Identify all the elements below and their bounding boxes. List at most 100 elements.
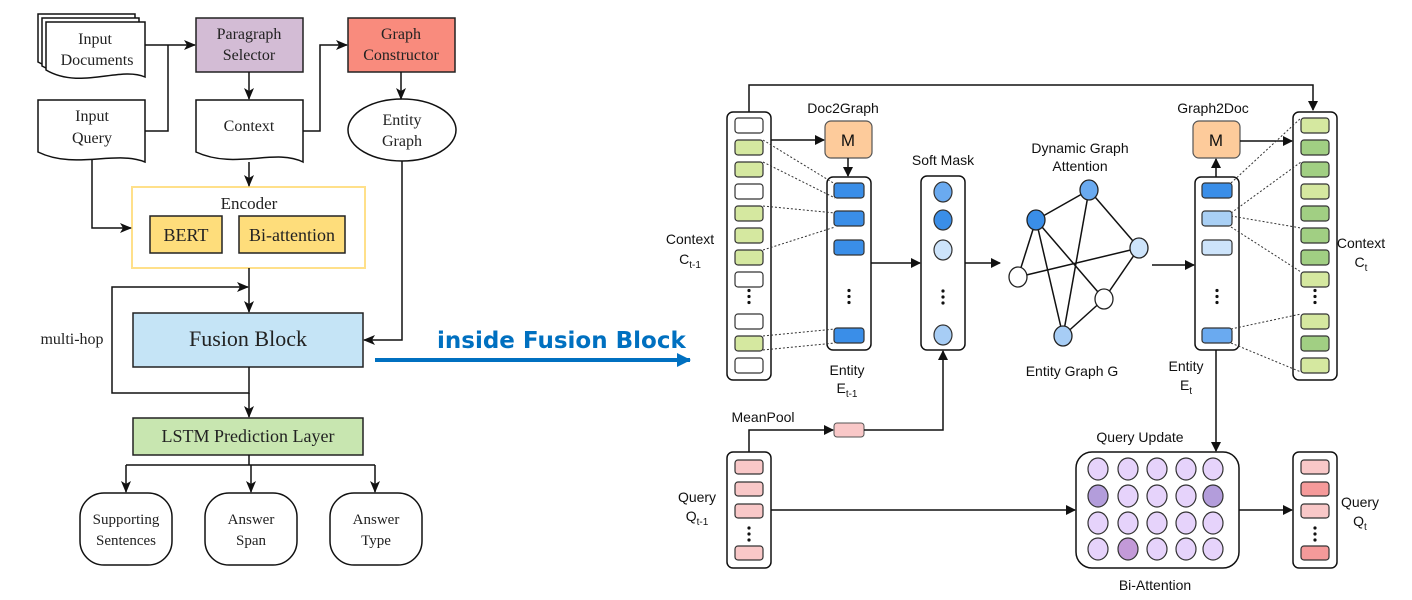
entity-prev-cell-ellipsis [847,300,851,305]
query-prev-cell [734,459,764,475]
context-next-cell-ellipsis [1313,294,1317,299]
query-prev-cell [734,503,764,519]
attention-cell [1146,511,1168,535]
soft-mask-node [933,181,953,203]
output-line: Answer [353,512,400,528]
attention-cell [1146,537,1168,561]
label-text: Context [1337,235,1385,251]
attention-cell [1146,484,1168,508]
encoder: Encoder BERT Bi-attention [131,186,366,269]
fusion-block-label: Fusion Block [189,326,307,351]
context-next-cell [1300,227,1330,244]
input-documents-line1: Input [78,31,112,48]
doc2graph-label: Doc2Graph [807,100,879,116]
query-next-cell-ellipsis [1313,526,1317,530]
query-prev-cell-ellipsis [747,532,751,536]
bi-attention-label: Bi-attention [249,225,335,245]
context-next-cell-ellipsis [1313,300,1317,305]
attention-cell [1117,511,1139,535]
entity-graph-g-label: Entity Graph G [1026,363,1119,379]
output-line: Answer [228,512,275,528]
context-prev-cell [734,117,764,134]
context-prev-cell-ellipsis [747,288,751,293]
context-next-cell [1300,271,1330,288]
context-prev-cell [734,313,764,330]
output-line: Sentences [96,533,156,549]
entity-next-cell [1201,182,1233,199]
label-symbol: Qt-1 [686,508,709,528]
context-document: Context [195,99,304,164]
input-query-line1: Input [75,108,109,125]
mean-pool-cell [833,422,865,438]
query-prev-cell-ellipsis [747,526,751,530]
soft-mask-node [933,239,953,261]
label-text: Query [1341,494,1379,510]
context-label: Context [224,118,275,135]
label-symbol: Ct-1 [679,251,701,271]
query-next-cell [1300,459,1330,475]
attention-cell [1087,537,1109,561]
context-prev-cell [734,161,764,178]
label-symbol: Et [1180,377,1192,397]
entity-prev-label: Entity Et-1 [829,362,864,400]
soft-mask-node [933,324,953,346]
attention-cell [1202,511,1224,535]
bert-label: BERT [164,225,209,245]
entity-prev-cell [833,327,865,344]
graph-constructor-line1: Graph [381,26,421,43]
label-text: Entity [1168,358,1203,374]
paragraph-selector-line1: Paragraph [217,26,282,43]
query-next-cell-ellipsis [1313,538,1317,542]
input-documents: Input Documents [37,13,146,79]
label-text: Entity [829,362,864,378]
input-query: Input Query [37,99,146,164]
query-prev-cell [734,481,764,497]
output-answer-span: Answer Span [204,492,298,566]
context-next-cell [1300,357,1330,374]
fusion-block: Fusion Block [132,312,364,368]
entity-graph-line2: Graph [382,133,422,150]
entity-prev-cell [833,239,865,256]
entity-next-cell [1201,210,1233,227]
attention-cell [1175,511,1197,535]
context-prev-cell [734,271,764,288]
query-next-label: Query Qt [1341,494,1379,533]
query-prev-cell-ellipsis [747,538,751,542]
soft-mask-node [933,209,953,231]
graph2doc-m-label: M [1209,131,1223,150]
entity-next-cell [1201,327,1233,344]
attention-cell [1146,457,1168,481]
context-prev-cell [734,357,764,374]
hotpot-fusion-diagram: Input Documents Input Query Paragraph Se… [37,13,1385,593]
label-symbol: Ct [1355,254,1368,274]
output-supporting-sentences: Supporting Sentences [79,492,173,566]
context-prev-cell [734,249,764,266]
entity-prev-cell-ellipsis [847,288,851,293]
output-line: Supporting [93,512,160,528]
multi-hop-label: multi-hop [40,331,103,348]
label-text: Query [678,489,716,505]
entity-prev-cell [833,182,865,199]
output-answer-type: Answer Type [329,492,423,566]
graph-node [1026,209,1046,231]
query-update-label: Query Update [1096,429,1183,445]
entity-prev-column [826,176,872,351]
attention-cell [1175,537,1197,561]
graph-constructor-line2: Constructor [363,47,439,64]
lstm-label: LSTM Prediction Layer [162,426,335,446]
graph-node [1129,237,1149,259]
graph2doc-label: Graph2Doc [1177,100,1249,116]
label-symbol: Qt [1353,513,1367,533]
entity-graph-line1: Entity [382,112,421,129]
label-symbol: Et-1 [836,380,857,400]
lstm-prediction-layer: LSTM Prediction Layer [132,417,364,456]
context-prev-cell [734,335,764,352]
query-prev-label: Query Qt-1 [678,489,716,528]
attention-cell [1087,457,1109,481]
context-prev-cell [734,205,764,222]
context-next-cell [1300,117,1330,134]
context-prev-cell [734,227,764,244]
entity-next-label: Entity Et [1168,358,1203,397]
context-next-cell [1300,335,1330,352]
entity-next-cell-ellipsis [1215,294,1219,299]
